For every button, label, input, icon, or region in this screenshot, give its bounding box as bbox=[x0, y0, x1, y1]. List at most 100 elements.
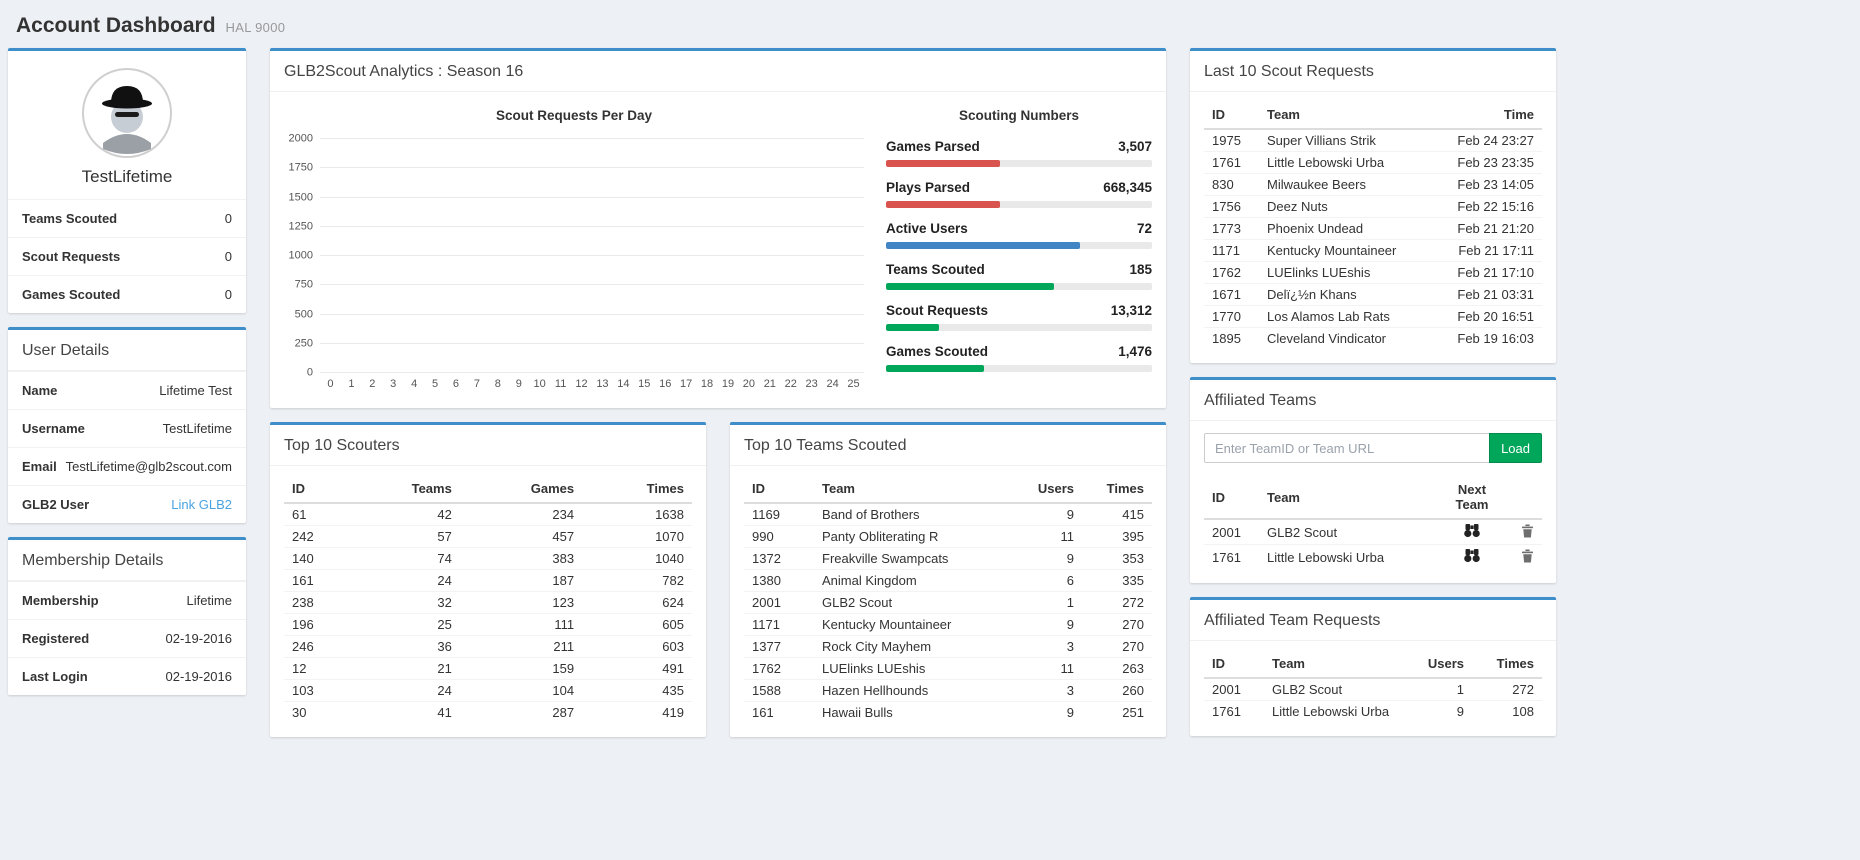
x-axis-tick: 20 bbox=[738, 378, 759, 390]
table-row: 24636211603 bbox=[284, 636, 692, 658]
center-column: GLB2Scout Analytics : Season 16 Scout Re… bbox=[270, 48, 1166, 751]
column-header: Team bbox=[1259, 475, 1432, 519]
y-axis-tick: 250 bbox=[295, 338, 320, 349]
table-row: 1773Phoenix UndeadFeb 21 21:20 bbox=[1204, 218, 1542, 240]
table-row: 1761Little Lebowski UrbaFeb 23 23:35 bbox=[1204, 152, 1542, 174]
y-axis-tick: 1250 bbox=[289, 221, 320, 232]
stat-label: Games Parsed bbox=[886, 139, 980, 154]
column-header bbox=[1512, 475, 1542, 519]
membership-card: Membership Details MembershipLifetimeReg… bbox=[8, 537, 246, 695]
x-axis-tick: 25 bbox=[843, 378, 864, 390]
x-axis-tick: 24 bbox=[822, 378, 843, 390]
profile-top: TestLifetime bbox=[8, 51, 246, 199]
progress-track bbox=[886, 324, 1152, 331]
affiliated-teams-card: Affiliated Teams Load IDTeamNext Team 20… bbox=[1190, 377, 1556, 583]
detail-row: Last Login02-19-2016 bbox=[8, 657, 246, 695]
x-axis-tick: 15 bbox=[634, 378, 655, 390]
load-button[interactable]: Load bbox=[1489, 433, 1542, 463]
x-axis-tick: 12 bbox=[571, 378, 592, 390]
detail-label: Scout Requests bbox=[22, 249, 120, 264]
chart-x-labels: 0123456789101112131415161718192021222324… bbox=[320, 378, 864, 390]
table-row: 1975Super Villians StrikFeb 24 23:27 bbox=[1204, 129, 1542, 152]
x-axis-tick: 6 bbox=[446, 378, 467, 390]
top-scouters-card: Top 10 Scouters IDTeamsGamesTimes6142234… bbox=[270, 422, 706, 737]
detail-row: NameLifetime Test bbox=[8, 371, 246, 409]
progress-track bbox=[886, 283, 1152, 290]
column-header: Next Team bbox=[1432, 475, 1512, 519]
membership-title: Membership Details bbox=[8, 540, 246, 581]
user-details-title: User Details bbox=[8, 330, 246, 371]
table-row: 23832123624 bbox=[284, 592, 692, 614]
table-row: 10324104435 bbox=[284, 680, 692, 702]
trash-icon[interactable] bbox=[1521, 549, 1534, 563]
affiliated-requests-title: Affiliated Team Requests bbox=[1190, 600, 1556, 641]
progress-track bbox=[886, 160, 1152, 167]
top-teams-card: Top 10 Teams Scouted IDTeamUsersTimes116… bbox=[730, 422, 1166, 737]
x-axis-tick: 13 bbox=[592, 378, 613, 390]
x-axis-tick: 0 bbox=[320, 378, 341, 390]
user-details-list: NameLifetime TestUsernameTestLifetimeEma… bbox=[8, 371, 246, 523]
table-row: 990Panty Obliterating R11395 bbox=[744, 526, 1152, 548]
table-row: 830Milwaukee BeersFeb 23 14:05 bbox=[1204, 174, 1542, 196]
column-header: Team bbox=[1264, 649, 1412, 678]
scouting-numbers-list: Games Parsed3,507Plays Parsed668,345Acti… bbox=[886, 139, 1152, 372]
column-header: ID bbox=[744, 474, 814, 503]
detail-row: Teams Scouted0 bbox=[8, 199, 246, 237]
column-header: Times bbox=[1082, 474, 1152, 503]
detail-label: Name bbox=[22, 383, 57, 398]
top-teams-table: IDTeamUsersTimes1169Band of Brothers9415… bbox=[744, 474, 1152, 723]
stat-value: 72 bbox=[1137, 221, 1152, 236]
table-row: 1171Kentucky MountaineerFeb 21 17:11 bbox=[1204, 240, 1542, 262]
stat-label: Teams Scouted bbox=[886, 262, 985, 277]
table-row: 2001GLB2 Scout bbox=[1204, 519, 1542, 545]
page-title: Account Dashboard bbox=[16, 14, 216, 38]
table-row: 19625111605 bbox=[284, 614, 692, 636]
progress-fill bbox=[886, 283, 1054, 290]
binoculars-icon[interactable] bbox=[1464, 523, 1480, 538]
table-row: 16124187782 bbox=[284, 570, 692, 592]
x-axis-tick: 18 bbox=[697, 378, 718, 390]
x-axis-tick: 17 bbox=[676, 378, 697, 390]
table-header-row: IDTeamNext Team bbox=[1204, 475, 1542, 519]
detail-value: 02-19-2016 bbox=[166, 631, 233, 646]
table-header-row: IDTeamUsersTimes bbox=[1204, 649, 1542, 678]
detail-label: Registered bbox=[22, 631, 89, 646]
team-load-input-group: Load bbox=[1204, 433, 1542, 463]
x-axis-tick: 2 bbox=[362, 378, 383, 390]
binoculars-icon[interactable] bbox=[1464, 548, 1480, 563]
detail-row: UsernameTestLifetime bbox=[8, 409, 246, 447]
table-row: 1171Kentucky Mountaineer9270 bbox=[744, 614, 1152, 636]
x-axis-tick: 11 bbox=[550, 378, 571, 390]
detail-label: Games Scouted bbox=[22, 287, 120, 302]
progress-track bbox=[886, 242, 1152, 249]
chart-title: Scout Requests Per Day bbox=[284, 108, 864, 123]
scouting-stat: Games Scouted1,476 bbox=[886, 344, 1152, 372]
dashboard-columns: TestLifetime Teams Scouted0Scout Request… bbox=[8, 48, 1852, 751]
x-axis-tick: 8 bbox=[487, 378, 508, 390]
table-row: 1671Delï¿½n KhansFeb 21 03:31 bbox=[1204, 284, 1542, 306]
page-header: Account Dashboard HAL 9000 bbox=[8, 8, 1852, 48]
center-tables: Top 10 Scouters IDTeamsGamesTimes6142234… bbox=[270, 422, 1166, 751]
affiliated-teams-table: IDTeamNext Team 2001GLB2 Scout1761Little… bbox=[1204, 475, 1542, 569]
scouting-stat: Games Parsed3,507 bbox=[886, 139, 1152, 167]
detail-row: GLB2 UserLink GLB2 bbox=[8, 485, 246, 523]
user-details-card: User Details NameLifetime TestUsernameTe… bbox=[8, 327, 246, 523]
table-row: 1588Hazen Hellhounds3260 bbox=[744, 680, 1152, 702]
x-axis-tick: 10 bbox=[529, 378, 550, 390]
detail-row: EmailTestLifetime@glb2scout.com bbox=[8, 447, 246, 485]
trash-icon[interactable] bbox=[1521, 524, 1534, 538]
spy-avatar-icon bbox=[81, 67, 173, 159]
x-axis-tick: 16 bbox=[655, 378, 676, 390]
last-requests-table: IDTeamTime1975Super Villians StrikFeb 24… bbox=[1204, 100, 1542, 349]
detail-value: 02-19-2016 bbox=[166, 669, 233, 684]
team-id-input[interactable] bbox=[1204, 433, 1489, 463]
glb2-link[interactable]: Link GLB2 bbox=[171, 497, 232, 512]
scout-requests-chart: Scout Requests Per Day 02505007501000125… bbox=[284, 104, 864, 390]
affiliated-requests-table: IDTeamUsersTimes2001GLB2 Scout12721761Li… bbox=[1204, 649, 1542, 722]
detail-label: Email bbox=[22, 459, 57, 474]
column-header: ID bbox=[284, 474, 344, 503]
top-teams-title: Top 10 Teams Scouted bbox=[730, 425, 1166, 466]
table-row: 1377Rock City Mayhem3270 bbox=[744, 636, 1152, 658]
table-row: 140743831040 bbox=[284, 548, 692, 570]
table-header-row: IDTeamsGamesTimes bbox=[284, 474, 692, 503]
